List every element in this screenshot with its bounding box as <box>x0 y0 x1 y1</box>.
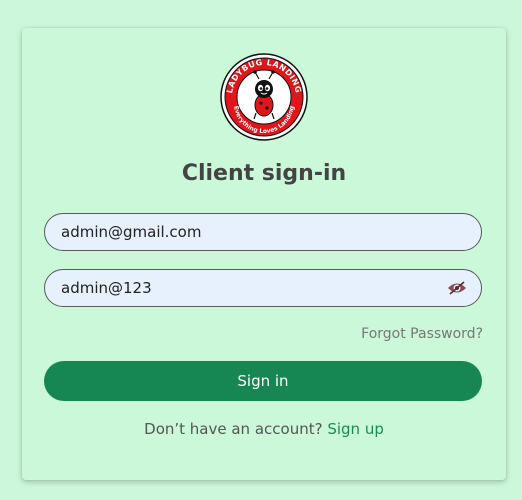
signin-card: LADYBUG LANDING Everything Loves Landing… <box>22 28 506 480</box>
forgot-password-link[interactable]: Forgot Password? <box>361 326 483 342</box>
sign-up-link[interactable]: Sign up <box>327 420 384 438</box>
sign-in-button[interactable]: Sign in <box>44 361 482 401</box>
email-field[interactable] <box>44 213 482 251</box>
eye-hidden-icon[interactable] <box>447 280 467 296</box>
signup-prompt: Don’t have an account? <box>144 420 323 438</box>
ladybug-logo: LADYBUG LANDING Everything Loves Landing <box>220 53 308 141</box>
signup-row: Don’t have an account? Sign up <box>22 420 506 438</box>
password-input[interactable] <box>61 270 441 306</box>
email-input[interactable] <box>61 214 441 250</box>
page-title: Client sign-in <box>181 161 347 186</box>
password-field[interactable] <box>44 269 482 307</box>
